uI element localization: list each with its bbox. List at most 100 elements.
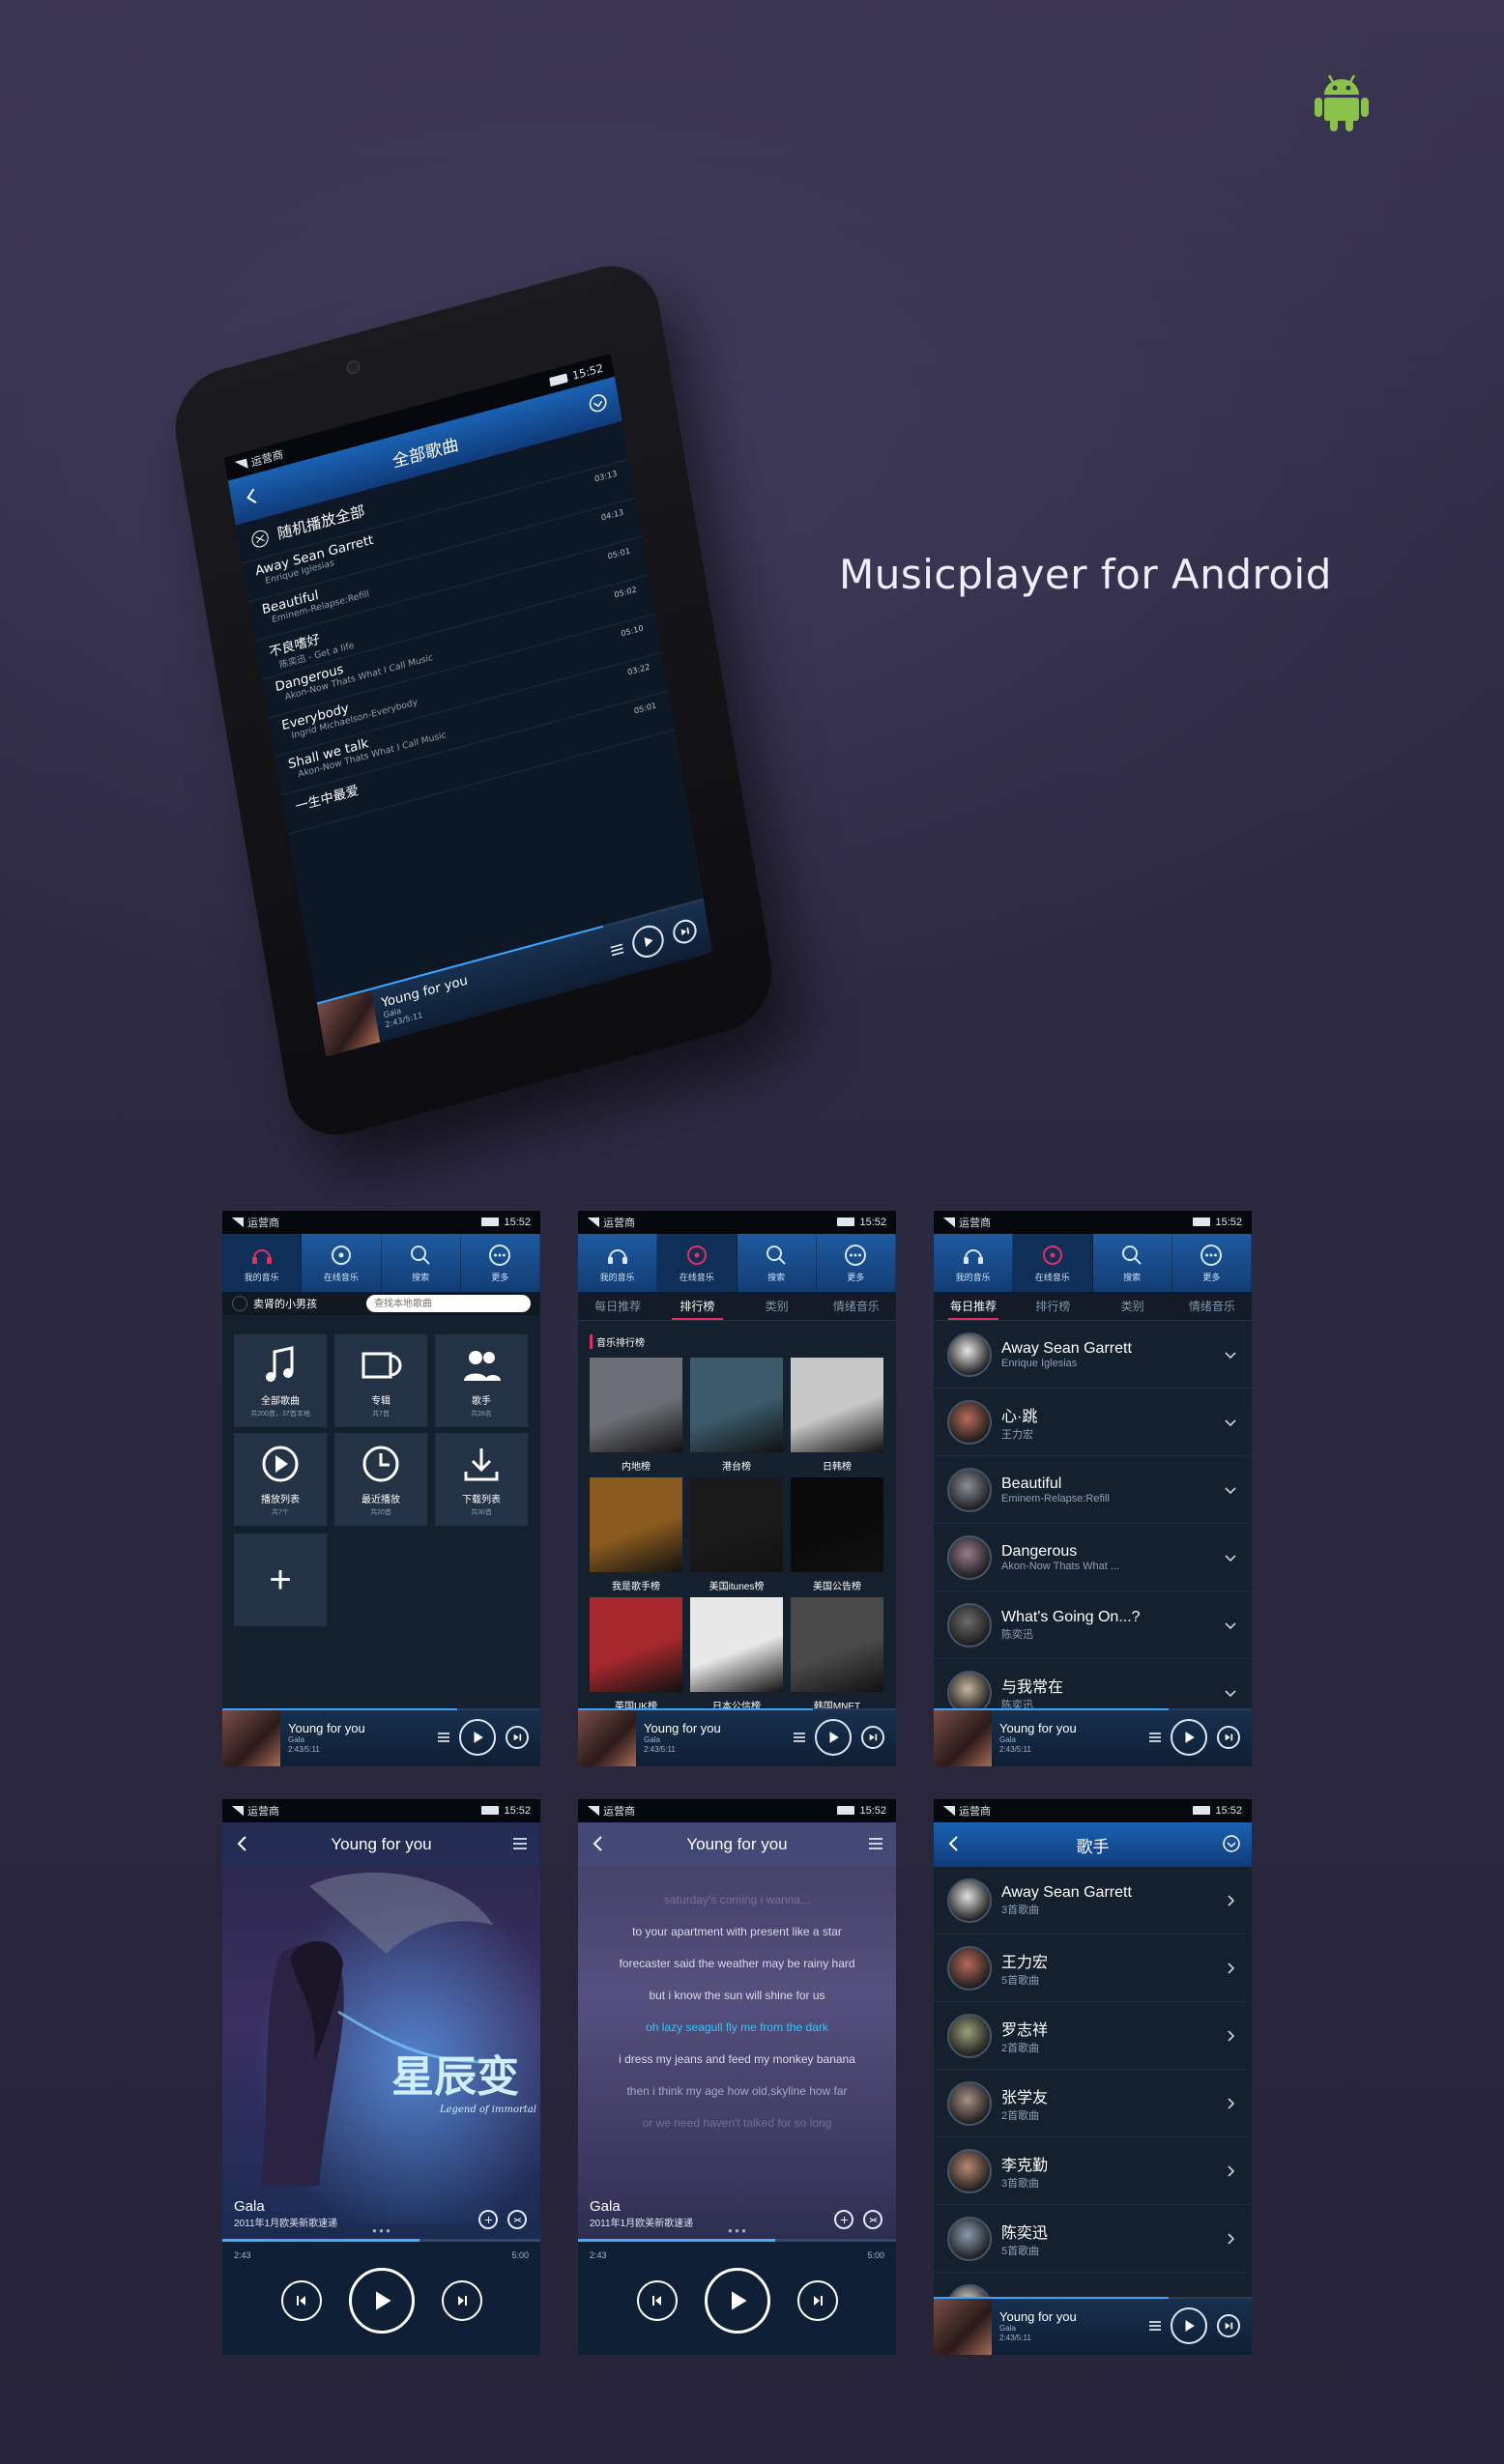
library-cell[interactable]: 播放列表 共7个 bbox=[234, 1433, 327, 1526]
tab-2[interactable]: 搜索 bbox=[738, 1234, 817, 1292]
chart-item[interactable]: 美国itunes榜 bbox=[690, 1477, 783, 1597]
next-button[interactable] bbox=[861, 1726, 884, 1749]
back-icon[interactable] bbox=[232, 1833, 253, 1854]
select-icon[interactable] bbox=[1221, 1833, 1242, 1854]
subtab-3[interactable]: 情绪音乐 bbox=[817, 1292, 896, 1320]
playlist-icon[interactable] bbox=[1147, 2318, 1163, 2334]
chevron-right-icon[interactable] bbox=[1223, 2028, 1238, 2044]
playlist-icon[interactable] bbox=[509, 1833, 531, 1854]
chart-item[interactable]: 日韩榜 bbox=[791, 1358, 883, 1477]
play-button[interactable] bbox=[629, 922, 667, 961]
list-item[interactable]: 心·跳 王力宏 bbox=[934, 1389, 1252, 1456]
next-button[interactable] bbox=[1217, 1726, 1240, 1749]
play-button[interactable] bbox=[459, 1719, 496, 1756]
prev-button[interactable] bbox=[636, 2280, 678, 2321]
chevron-down-icon[interactable] bbox=[1223, 1482, 1238, 1498]
next-button[interactable] bbox=[1217, 2314, 1240, 2337]
list-item[interactable]: 李克勤 3首歌曲 bbox=[934, 2137, 1252, 2205]
next-button[interactable] bbox=[506, 1726, 529, 1749]
playlist-icon[interactable] bbox=[1147, 1730, 1163, 1745]
playlist-icon[interactable] bbox=[865, 1833, 886, 1854]
lyrics-panel[interactable]: saturday's coming i wanna... to your apar… bbox=[578, 1892, 896, 2147]
playlist-icon[interactable] bbox=[792, 1730, 807, 1745]
subtab-2[interactable]: 类别 bbox=[738, 1292, 817, 1320]
subtab-1[interactable]: 排行榜 bbox=[657, 1292, 737, 1320]
playlist-icon[interactable] bbox=[608, 940, 626, 960]
now-playing-bar[interactable]: Young for you Gala 2:43/5:11 bbox=[934, 2297, 1252, 2355]
list-item[interactable]: Dangerous Akon-Now Thats What ... bbox=[934, 1524, 1252, 1591]
tab-3[interactable]: 更多 bbox=[1172, 1234, 1252, 1292]
chart-item[interactable]: 我是歌手榜 bbox=[590, 1477, 682, 1597]
seek-bar[interactable] bbox=[578, 2239, 896, 2242]
progress-bar[interactable] bbox=[222, 1708, 540, 1710]
back-icon[interactable] bbox=[588, 1833, 609, 1854]
chart-item[interactable]: 美国公告榜 bbox=[791, 1477, 883, 1597]
seek-bar[interactable] bbox=[222, 2239, 540, 2242]
progress-bar[interactable] bbox=[934, 2297, 1252, 2299]
subtab-2[interactable]: 类别 bbox=[1093, 1292, 1172, 1320]
chevron-down-icon[interactable] bbox=[1223, 1347, 1238, 1362]
chart-item[interactable]: 日本公信榜 bbox=[690, 1597, 783, 1717]
list-item[interactable]: 陈奕迅 5首歌曲 bbox=[934, 2205, 1252, 2273]
chart-item[interactable]: 韩国MNET bbox=[791, 1597, 883, 1717]
chevron-down-icon[interactable] bbox=[1223, 1550, 1238, 1565]
progress-bar[interactable] bbox=[578, 1708, 896, 1710]
list-item[interactable]: 张学友 2首歌曲 bbox=[934, 2070, 1252, 2137]
library-cell[interactable]: 专辑 共7首 bbox=[334, 1334, 427, 1427]
subtab-0[interactable]: 每日推荐 bbox=[934, 1292, 1013, 1320]
list-item[interactable]: Away Sean Garrett 3首歌曲 bbox=[934, 1867, 1252, 1934]
chevron-down-icon[interactable] bbox=[1223, 1685, 1238, 1701]
chart-item[interactable]: 港台榜 bbox=[690, 1358, 783, 1477]
now-playing-bar[interactable]: Young for you Gala 2:43/5:11 bbox=[934, 1708, 1252, 1766]
playlist-icon[interactable] bbox=[436, 1730, 451, 1745]
chevron-right-icon[interactable] bbox=[1223, 1893, 1238, 1908]
back-icon[interactable] bbox=[943, 1833, 965, 1854]
play-button[interactable] bbox=[348, 2268, 415, 2334]
avatar[interactable] bbox=[232, 1296, 247, 1311]
chevron-down-icon[interactable] bbox=[1223, 1618, 1238, 1633]
back-icon[interactable] bbox=[240, 483, 265, 510]
tab-1[interactable]: 在线音乐 bbox=[657, 1234, 738, 1292]
chevron-right-icon[interactable] bbox=[1223, 2163, 1238, 2179]
play-button[interactable] bbox=[815, 1719, 852, 1756]
list-item[interactable]: What's Going On...? 陈奕迅 bbox=[934, 1591, 1252, 1659]
chart-item[interactable]: 内地榜 bbox=[590, 1358, 682, 1477]
library-cell[interactable]: 歌手 共28名 bbox=[435, 1334, 528, 1427]
search-input[interactable] bbox=[366, 1295, 531, 1312]
next-button[interactable] bbox=[796, 2280, 838, 2321]
select-icon[interactable] bbox=[586, 389, 611, 416]
tab-1[interactable]: 在线音乐 bbox=[1013, 1234, 1093, 1292]
tab-1[interactable]: 在线音乐 bbox=[302, 1234, 382, 1292]
chevron-down-icon[interactable] bbox=[1223, 1415, 1238, 1430]
list-item[interactable]: 罗志祥 2首歌曲 bbox=[934, 2002, 1252, 2070]
tab-2[interactable]: 搜索 bbox=[382, 1234, 461, 1292]
add-button[interactable]: + bbox=[234, 1533, 327, 1626]
next-button[interactable] bbox=[441, 2280, 482, 2321]
progress-bar[interactable] bbox=[934, 1708, 1252, 1710]
chevron-right-icon[interactable] bbox=[1223, 2231, 1238, 2247]
play-button[interactable] bbox=[704, 2268, 770, 2334]
subtab-3[interactable]: 情绪音乐 bbox=[1172, 1292, 1252, 1320]
now-playing-bar[interactable]: Young for you Gala 2:43/5:11 bbox=[222, 1708, 540, 1766]
list-item[interactable]: Away Sean Garrett Enrique Iglesias bbox=[934, 1321, 1252, 1389]
chart-item[interactable]: 英国UK榜 bbox=[590, 1597, 682, 1717]
subtab-0[interactable]: 每日推荐 bbox=[578, 1292, 657, 1320]
tab-0[interactable]: 我的音乐 bbox=[934, 1234, 1014, 1292]
chevron-right-icon[interactable] bbox=[1223, 2096, 1238, 2111]
now-playing-bar[interactable]: Young for you Gala 2:43/5:11 bbox=[578, 1708, 896, 1766]
library-cell[interactable]: 全部歌曲 共200首，37首本地 bbox=[234, 1334, 327, 1427]
list-item[interactable]: Beautiful Eminem-Relapse:Refill bbox=[934, 1456, 1252, 1524]
prev-button[interactable] bbox=[280, 2280, 322, 2321]
next-button[interactable] bbox=[671, 916, 699, 947]
tab-3[interactable]: 更多 bbox=[461, 1234, 540, 1292]
subtab-1[interactable]: 排行榜 bbox=[1013, 1292, 1092, 1320]
play-button[interactable] bbox=[1171, 2307, 1207, 2344]
tab-0[interactable]: 我的音乐 bbox=[578, 1234, 658, 1292]
tab-2[interactable]: 搜索 bbox=[1093, 1234, 1172, 1292]
play-button[interactable] bbox=[1171, 1719, 1207, 1756]
username[interactable]: 卖肾的小男孩 bbox=[253, 1296, 366, 1311]
library-cell[interactable]: 下载列表 共30首 bbox=[435, 1433, 528, 1526]
tab-0[interactable]: 我的音乐 bbox=[222, 1234, 303, 1292]
list-item[interactable]: 王力宏 5首歌曲 bbox=[934, 1934, 1252, 2002]
hero-now-playing-bar[interactable]: Young for you Gala 2:43/5:11 bbox=[316, 898, 713, 1057]
